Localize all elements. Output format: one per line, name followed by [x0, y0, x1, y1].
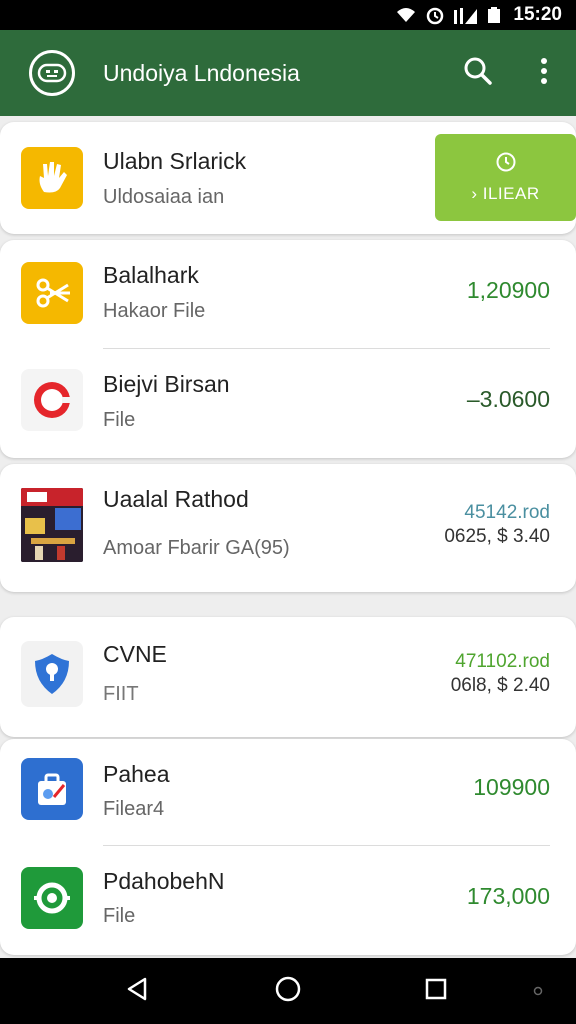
card-group-5: Pahea Filear4 109900 PdahobehN File 173,…: [0, 739, 576, 955]
circle-app-icon: [21, 369, 83, 431]
clear-button[interactable]: › ILIEAR: [435, 134, 576, 221]
alarm-icon: [425, 5, 445, 25]
battery-icon: [487, 6, 501, 24]
item-value: 45142.rod: [464, 502, 550, 523]
bag-app-icon: [21, 758, 83, 820]
wifi-icon: [395, 6, 417, 24]
item-name: Ulabn Srlarick: [103, 148, 247, 174]
back-icon: [125, 976, 151, 1007]
item-subtitle: Hakaor File: [103, 300, 206, 322]
list-item[interactable]: Ulabn Srlarick Uldosaiaa ian › ILIEAR: [0, 122, 576, 234]
status-bar: 15:20: [0, 0, 576, 30]
more-vert-icon: [540, 57, 548, 90]
search-button[interactable]: [456, 51, 500, 95]
search-icon: [463, 56, 493, 91]
card-group-3: Uaalal Rathod Amoar Fbarir GA(95) 45142.…: [0, 464, 576, 592]
item-subtitle: File: [103, 409, 136, 431]
shield-app-icon: [21, 641, 83, 707]
photo-thumbnail: [21, 488, 83, 562]
item-subtitle: Amoar Fbarir GA(95): [103, 537, 290, 559]
item-name: CVNE: [103, 641, 167, 667]
item-value: 109900: [473, 774, 550, 800]
home-button[interactable]: [268, 971, 308, 1011]
back-button[interactable]: [118, 971, 158, 1011]
item-value: 471102.rod: [455, 651, 550, 672]
item-name: Pahea: [103, 761, 170, 787]
item-value: –3.0600: [466, 386, 550, 412]
card-group-2: Balalhark Hakaor File 1,20900 Biejvi Bir…: [0, 240, 576, 458]
item-value-secondary: 0625, $ 3.40: [444, 526, 550, 547]
item-name: PdahobehN: [103, 868, 225, 894]
list-item[interactable]: Pahea Filear4 109900: [0, 739, 576, 848]
signal-icon: [453, 6, 479, 24]
navigation-bar: [0, 958, 576, 1024]
app-logo-icon[interactable]: [29, 50, 75, 96]
scissors-app-icon: [21, 262, 83, 324]
item-subtitle: Uldosaiaa ian: [103, 186, 225, 208]
item-value: 173,000: [466, 883, 550, 909]
more-options-button[interactable]: [522, 51, 566, 95]
item-subtitle: FIIT: [103, 683, 139, 705]
list-item[interactable]: Balalhark Hakaor File 1,20900: [0, 240, 576, 349]
item-name: Uaalal Rathod: [103, 486, 249, 512]
home-icon: [274, 975, 302, 1008]
nav-dot: [518, 971, 558, 1011]
item-name: Biejvi Birsan: [103, 371, 230, 397]
status-time: 15:20: [513, 4, 562, 25]
item-value: 1,20900: [466, 277, 550, 303]
app-bar: Undoiya Lndonesia: [0, 30, 576, 116]
recents-button[interactable]: [416, 971, 456, 1011]
item-name: Balalhark: [103, 262, 199, 288]
list-item[interactable]: CVNE FIIT 471102.rod 06l8, $ 2.40: [0, 617, 576, 737]
list-item[interactable]: Uaalal Rathod Amoar Fbarir GA(95) 45142.…: [0, 464, 576, 592]
item-subtitle: File: [103, 905, 136, 927]
item-value-secondary: 06l8, $ 2.40: [450, 675, 550, 696]
card-group-4: CVNE FIIT 471102.rod 06l8, $ 2.40: [0, 617, 576, 737]
clear-button-label: › ILIEAR: [471, 184, 540, 203]
list-item[interactable]: PdahobehN File 173,000: [0, 846, 576, 955]
recents-icon: [424, 977, 448, 1006]
item-subtitle: Filear4: [103, 798, 165, 820]
clock-icon: [495, 151, 517, 178]
card-featured[interactable]: Ulabn Srlarick Uldosaiaa ian › ILIEAR: [0, 122, 576, 234]
lens-app-icon: [21, 867, 83, 929]
list-item[interactable]: Biejvi Birsan File –3.0600: [0, 349, 576, 458]
page-title: Undoiya Lndonesia: [103, 59, 300, 86]
hand-app-icon: [21, 147, 83, 209]
